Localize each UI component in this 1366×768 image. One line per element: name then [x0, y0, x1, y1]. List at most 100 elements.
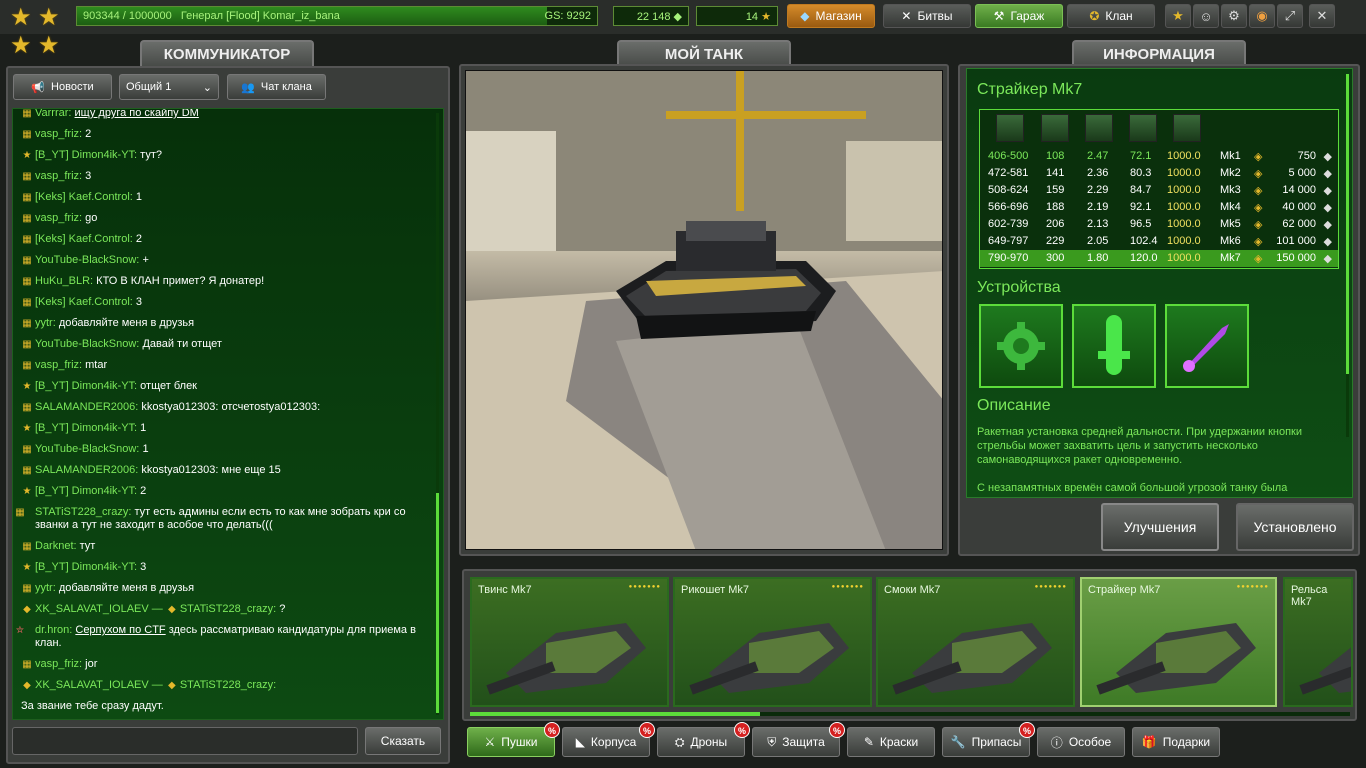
battles-button[interactable]: ✕ Битвы [883, 4, 971, 28]
stat-c2: 141 [1046, 167, 1065, 179]
chat-link[interactable]: Серпухом по CTF [75, 624, 165, 636]
chat-nick[interactable]: [Keks] Kaef.Control: [35, 296, 133, 308]
chat-text: тут [79, 540, 96, 552]
channel-select[interactable]: Общий 1 ⌄ [119, 74, 219, 100]
private-icon: ◆ [167, 680, 176, 691]
chat-nick[interactable]: [B_YT] Dimon4ik-YT: [35, 380, 137, 392]
garage-button[interactable]: ⚒ Гараж [975, 4, 1063, 28]
chat-nick[interactable]: vasp_friz: [35, 658, 82, 670]
modification-icon: ◈ [1254, 236, 1263, 248]
chat-nick[interactable]: STATiST228_crazy: [35, 506, 131, 518]
stat-c5: 1000.0 [1167, 218, 1201, 230]
stat-row-mk7[interactable]: 790-970 300 1.80 120.0 1000.0 Mk7 150 000 ◈ ◆ [980, 250, 1338, 267]
chat-scroll-thumb[interactable] [436, 493, 439, 713]
hulls-category-button[interactable]: ◣ Корпуса% [562, 722, 655, 757]
turret-icon [1096, 623, 1256, 695]
item-card[interactable]: Смоки Mk7 ●●●●●●● [876, 577, 1075, 707]
chat-nick[interactable]: Darknet: [35, 540, 77, 552]
shop-button[interactable]: ◆ Магазин [787, 4, 875, 28]
chat-nick[interactable]: XK_SALAVAT_IOLAEV — [35, 679, 163, 691]
missions-star-icon[interactable]: ★ [1165, 4, 1191, 28]
chat-nick[interactable]: SALAMANDER2006: [35, 464, 138, 476]
chat-nick[interactable]: [B_YT] Dimon4ik-YT: [35, 149, 137, 161]
chat-nick[interactable]: YouTube-BlackSnow: [35, 254, 139, 266]
guns-category-button[interactable]: ⚔ Пушки% [467, 722, 560, 757]
fullscreen-icon[interactable]: ⤢ [1277, 4, 1303, 28]
supplies-category-button[interactable]: 🔧 Припасы% [942, 722, 1035, 757]
rank-icon: ▦ [22, 318, 32, 329]
info-scroll-thumb[interactable] [1346, 74, 1349, 374]
sound-icon[interactable]: ◉ [1249, 4, 1275, 28]
chat-nick[interactable]: yytr: [35, 317, 56, 329]
stat-price: 40 000 [1282, 201, 1316, 213]
gun-icon: ⚔ [484, 735, 496, 749]
chat-message: ▦ yytr: добавляйте меня в друзья [21, 313, 431, 334]
private-icon: ◆ [167, 604, 176, 615]
clan-button[interactable]: ✪ Клан [1067, 4, 1155, 28]
clan-chat-button[interactable]: 👥 Чат клана [227, 74, 326, 100]
item-card[interactable]: Рикошет Mk7 ●●●●●●● [673, 577, 872, 707]
item-card[interactable]: Твинс Mk7 ●●●●●●● [470, 577, 669, 707]
info-scrollbar[interactable] [1346, 74, 1349, 437]
upgrades-button[interactable]: Улучшения [1101, 503, 1219, 551]
stat-row-mk1[interactable]: 406-500 108 2.47 72.1 1000.0 Mk1 750 ◈ ◆ [980, 148, 1338, 165]
news-button[interactable]: 📢 Новости [13, 74, 112, 100]
chat-nick[interactable]: XK_SALAVAT_IOLAEV — [35, 603, 163, 615]
installed-button[interactable]: Установлено [1236, 503, 1354, 551]
friends-icon[interactable]: ☺ [1193, 4, 1219, 28]
stat-c5: 1000.0 [1167, 201, 1201, 213]
channel-label: Общий 1 [126, 81, 172, 93]
chat-nick[interactable]: [B_YT] Dimon4ik-YT: [35, 561, 137, 573]
items-scrollbar[interactable] [470, 712, 1350, 716]
stat-row-mk5[interactable]: 602-739 206 2.13 96.5 1000.0 Mk5 62 000 ◈ ◆ [980, 216, 1338, 233]
stat-mk: Mk3 [1220, 184, 1241, 196]
chat-nick[interactable]: SALAMANDER2006: [35, 401, 138, 413]
chat-message: ▦ YouTube-BlackSnow: + [21, 250, 431, 271]
chat-nick[interactable]: HuKu_BLR: [35, 275, 93, 287]
chat-nick[interactable]: [B_YT] Dimon4ik-YT: [35, 422, 137, 434]
chat-nick[interactable]: dr.hron: [35, 624, 72, 636]
chat-nick[interactable]: [B_YT] Dimon4ik-YT: [35, 485, 137, 497]
chat-message: ▦ vasp_friz: 2 [21, 124, 431, 145]
paints-category-button[interactable]: ✎ Краски [847, 727, 935, 757]
close-icon[interactable]: ✕ [1309, 4, 1335, 28]
stat-row-mk2[interactable]: 472-581 141 2.36 80.3 1000.0 Mk2 5 000 ◈ ◆ [980, 165, 1338, 182]
chat-scrollbar[interactable] [436, 113, 439, 715]
paints-label: Краски [879, 735, 919, 749]
chat-input[interactable] [12, 727, 358, 755]
chat-nick[interactable]: [Keks] Kaef.Control: [35, 191, 133, 203]
stat-row-mk3[interactable]: 508-624 159 2.29 84.7 1000.0 Mk3 14 000 ◈ ◆ [980, 182, 1338, 199]
chat-nick[interactable]: [Keks] Kaef.Control: [35, 233, 133, 245]
stat-c2: 108 [1046, 150, 1065, 162]
chat-nick[interactable]: vasp_friz: [35, 359, 82, 371]
chat-message: ▦ [Keks] Kaef.Control: 1 [21, 187, 431, 208]
tank-preview[interactable] [465, 70, 943, 550]
chat-nick[interactable]: STATiST228_crazy: [180, 603, 276, 615]
chat-nick[interactable]: STATiST228_crazy: [180, 679, 276, 691]
brush-icon: ✎ [863, 735, 874, 749]
device-capsule-icon[interactable] [1072, 304, 1156, 388]
chat-nick[interactable]: vasp_friz: [35, 170, 82, 182]
item-card[interactable]: Страйкер Mk7 ●●●●●●● [1080, 577, 1277, 707]
chat-nick[interactable]: vasp_friz: [35, 212, 82, 224]
chat-nick[interactable]: YouTube-BlackSnow: [35, 443, 139, 455]
stat-row-mk4[interactable]: 566-696 188 2.19 92.1 1000.0 Mk4 40 000 ◈ ◆ [980, 199, 1338, 216]
item-card[interactable]: Рельса Mk7 [1283, 577, 1353, 707]
protection-category-button[interactable]: ⛨ Защита% [752, 722, 845, 757]
settings-gear-icon[interactable]: ⚙ [1221, 4, 1247, 28]
chat-nick[interactable]: vasp_friz: [35, 128, 82, 140]
device-rocket-icon[interactable] [1165, 304, 1249, 388]
chat-text: jor [85, 658, 98, 670]
chat-nick[interactable]: yytr: [35, 582, 56, 594]
special-category-button[interactable]: ⓘ Особое [1037, 727, 1125, 757]
gifts-category-button[interactable]: 🎁 Подарки [1132, 727, 1220, 757]
drones-category-button[interactable]: ⛭ Дроны% [657, 722, 750, 757]
chat-nick[interactable]: YouTube-BlackSnow: [35, 338, 139, 350]
clan-label: Клан [1105, 9, 1133, 23]
stat-row-mk6[interactable]: 649-797 229 2.05 102.4 1000.0 Mk6 101 000 ◈ ◆ [980, 233, 1338, 250]
chat-nick[interactable]: Varrrar: [35, 109, 71, 119]
say-button[interactable]: Сказать [365, 727, 441, 755]
critical-icon [1173, 114, 1201, 142]
items-scroll-thumb[interactable] [470, 712, 760, 716]
device-gear-icon[interactable] [979, 304, 1063, 388]
